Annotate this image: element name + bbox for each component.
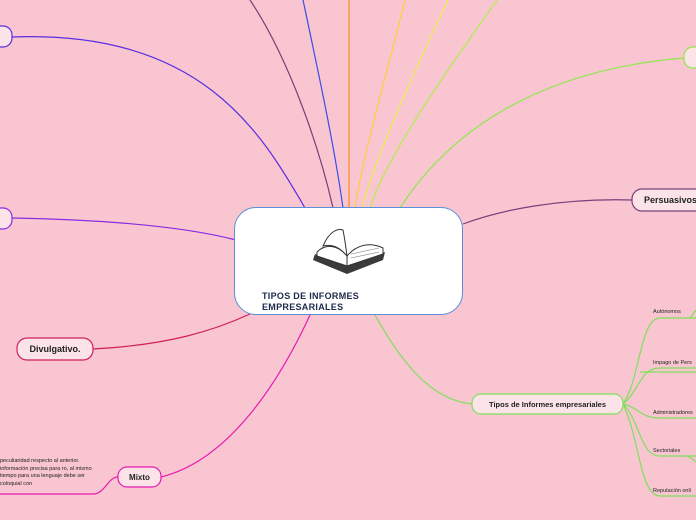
leaf-autonomos[interactable]: Autónomos (653, 309, 681, 315)
persuasivos-label: Persuasivos (644, 195, 696, 205)
central-topic[interactable]: TIPOS DE INFORMES EMPRESARIALES (234, 207, 463, 315)
tipos-label: Tipos de Informes empresariales (489, 399, 606, 409)
node-right-green[interactable] (683, 46, 696, 69)
connector-mid-left (11, 217, 237, 241)
connector-top-yellow2 (361, 0, 449, 209)
connector-persuasivos (462, 199, 633, 225)
leaf-impago[interactable]: Impago de Pers (653, 360, 692, 366)
connector-right-green (399, 57, 685, 209)
connector-top-purple (249, 0, 334, 209)
connector-sectoriales-sub (685, 455, 696, 463)
node-top-left[interactable] (0, 25, 13, 48)
central-topic-title: TIPOS DE INFORMES EMPRESARIALES (262, 291, 360, 312)
connector-impago (622, 367, 696, 405)
node-mid-left[interactable] (0, 207, 13, 230)
mixto-note: peculiaridad respecto al anterior. infor… (0, 458, 92, 487)
leaf-administradores[interactable]: Administradores (653, 410, 693, 416)
leaf-reputacion[interactable]: Reputación onli (653, 488, 691, 494)
connector-mixto (160, 314, 311, 478)
open-book-icon (313, 229, 385, 274)
leaf-sectoriales[interactable]: Sectoriales (653, 448, 680, 454)
connector-autonomos-sub (689, 309, 696, 319)
connector-divulgativo (92, 313, 251, 350)
mixto-label: Mixto (129, 472, 150, 482)
divulgativo-label: Divulgativo. (29, 344, 81, 354)
connector-tipos (374, 314, 473, 405)
connector-top-blue (302, 0, 344, 209)
connector-top-yellow1 (354, 0, 406, 209)
connector-top-left (11, 36, 306, 209)
